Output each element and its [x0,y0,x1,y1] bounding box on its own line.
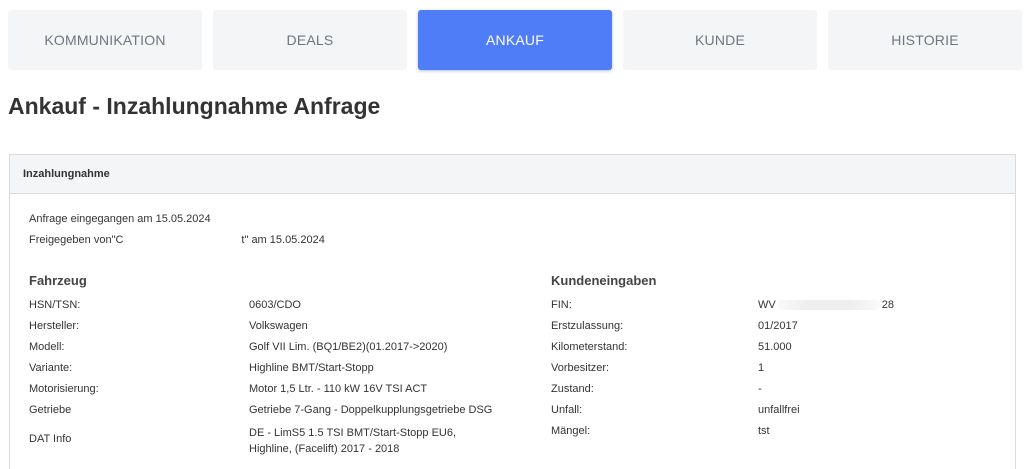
detail-row-unfall: Unfall: unfallfrei [551,399,1011,420]
detail-label: Mängel: [551,424,591,437]
detail-row-kilometerstand: Kilometerstand: 51.000 [551,336,1011,357]
tab-deals[interactable]: DEALS [213,10,407,70]
detail-label: DAT Info [29,433,72,445]
detail-value: tst [758,424,770,437]
inzahlungnahme-panel: Inzahlungnahme Anfrage eingegangen am 15… [9,154,1016,469]
detail-value: Getriebe 7-Gang - Doppelkupplungsgetrieb… [249,403,493,416]
detail-value: DE - LimS5 1.5 TSI BMT/Start-Stopp EU6, H… [249,425,456,457]
detail-value: Motor 1,5 Ltr. - 110 kW 16V TSI ACT [249,382,428,395]
detail-value: 1 [758,361,765,374]
redacted-fin [776,299,881,310]
kundeneingaben-section-title: Kundeneingaben [551,273,657,288]
dat-info-line-1: DE - LimS5 1.5 TSI BMT/Start-Stopp EU6, [249,427,457,439]
detail-value: Volkswagen [249,319,308,332]
tab-kommunikation[interactable]: KOMMUNIKATION [8,10,202,70]
detail-value: Golf VII Lim. (BQ1/BE2)(01.2017->2020) [249,340,448,353]
fahrzeug-section-title: Fahrzeug [29,273,87,288]
released-by-prefix: Freigegeben von"C [29,234,124,246]
detail-row-erstzulassung: Erstzulassung: 01/2017 [551,315,1011,336]
detail-label: Kilometerstand: [551,340,628,353]
kundeneingaben-details: FIN: WV 28 Erstzulassung: 01/2017 Kilomet… [551,294,1011,441]
detail-value: unfallfrei [758,403,800,416]
page-title: Ankauf - Inzahlungnahme Anfrage [8,93,380,120]
detail-row-hersteller: Hersteller: Volkswagen [29,315,529,336]
detail-label: Unfall: [551,403,583,416]
detail-label: Variante: [29,361,73,374]
detail-row-zustand: Zustand: - [551,378,1011,399]
detail-value: - [758,382,762,395]
detail-row-fin: FIN: WV 28 [551,294,1011,315]
detail-value: 01/2017 [758,319,798,332]
detail-row-variante: Variante: Highline BMT/Start-Stopp [29,357,529,378]
detail-label: Vorbesitzer: [551,361,610,374]
fin-prefix: WV [758,298,776,311]
panel-header: Inzahlungnahme [10,155,1015,194]
detail-row-dat-info: DAT Info DE - LimS5 1.5 TSI BMT/Start-St… [29,420,529,456]
tab-kunde[interactable]: KUNDE [623,10,817,70]
released-by-text: Freigegeben von"C t" am 15.05.2024 [29,234,325,246]
detail-label: Zustand: [551,382,594,395]
fahrzeug-details: HSN/TSN: 0603/CDO Hersteller: Volkswagen… [29,294,529,456]
received-date-text: Anfrage eingegangen am 15.05.2024 [29,213,211,225]
detail-value: Highline BMT/Start-Stopp [249,361,374,374]
dat-info-line-2: Highline, (Facelift) 2017 - 2018 [249,443,400,455]
detail-row-hsn-tsn: HSN/TSN: 0603/CDO [29,294,529,315]
detail-row-getriebe: Getriebe Getriebe 7-Gang - Doppelkupplun… [29,399,529,420]
page-title-rest: - Inzahlungnahme Anfrage [85,93,381,119]
released-by-suffix: t" am 15.05.2024 [241,234,325,246]
detail-label: Erstzulassung: [551,319,624,332]
detail-label: Hersteller: [29,319,80,332]
detail-label: HSN/TSN: [29,298,81,311]
detail-label: Getriebe [29,403,72,416]
detail-row-motorisierung: Motorisierung: Motor 1,5 Ltr. - 110 kW 1… [29,378,529,399]
detail-label: Motorisierung: [29,382,99,395]
detail-value: WV 28 [758,299,894,311]
page-title-bold: Ankauf [8,93,86,119]
detail-label: Modell: [29,340,65,353]
fin-suffix: 28 [881,298,894,311]
detail-label: FIN: [551,298,572,311]
tab-historie[interactable]: HISTORIE [828,10,1022,70]
tab-ankauf[interactable]: ANKAUF [418,10,612,70]
detail-row-maengel: Mängel: tst [551,420,1011,441]
detail-value: 0603/CDO [249,298,301,311]
tab-bar: KOMMUNIKATION DEALS ANKAUF KUNDE HISTORI… [8,10,1022,70]
detail-row-vorbesitzer: Vorbesitzer: 1 [551,357,1011,378]
detail-value: 51.000 [758,340,792,353]
detail-row-modell: Modell: Golf VII Lim. (BQ1/BE2)(01.2017-… [29,336,529,357]
